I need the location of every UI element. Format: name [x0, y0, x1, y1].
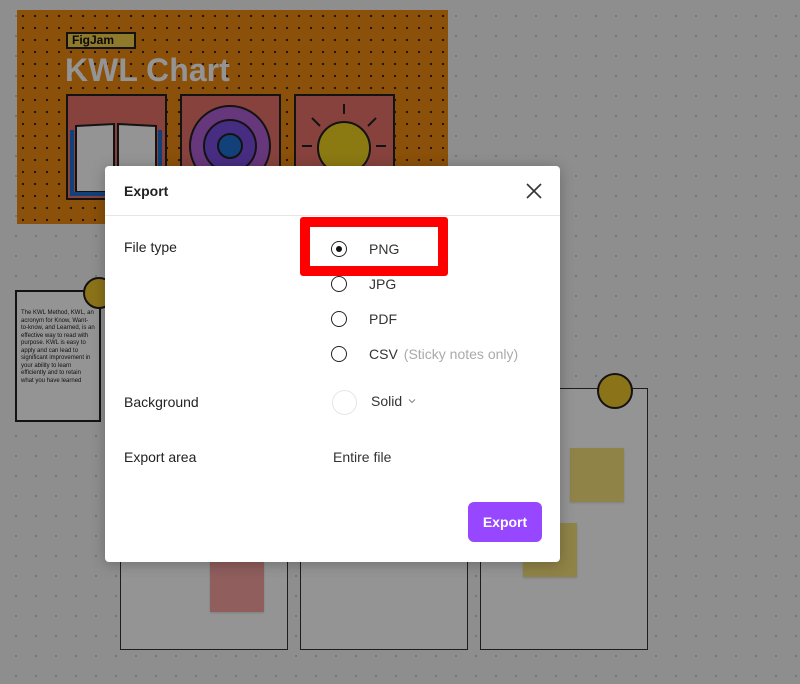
background-select[interactable]: Solid [371, 393, 416, 409]
export-button[interactable]: Export [468, 502, 542, 542]
export-dialog: Export File type PNG JPG PDF CSV (Sticky… [105, 166, 560, 562]
jpg-label: JPG [369, 276, 397, 292]
background-label: Background [124, 394, 199, 410]
close-button[interactable] [523, 180, 545, 202]
background-color-swatch[interactable] [332, 390, 357, 415]
csv-radio[interactable] [331, 346, 347, 362]
chevron-down-icon [408, 399, 416, 404]
csv-hint: (Sticky notes only) [403, 346, 519, 362]
png-label: PNG [369, 241, 400, 257]
background-select-value: Solid [371, 393, 403, 409]
close-icon [526, 183, 542, 199]
export-area-label: Export area [124, 449, 197, 465]
pdf-radio[interactable] [331, 311, 347, 327]
dialog-header: Export [105, 166, 560, 216]
file-type-pdf-option[interactable]: PDF [331, 308, 551, 330]
dialog-title: Export [124, 183, 169, 199]
file-type-csv-option[interactable]: CSV (Sticky notes only) [331, 343, 559, 365]
pdf-label: PDF [369, 311, 397, 327]
jpg-radio[interactable] [331, 276, 347, 292]
png-radio[interactable] [331, 241, 347, 257]
csv-label: CSV [369, 346, 398, 362]
file-type-jpg-option[interactable]: JPG [331, 273, 551, 295]
file-type-label: File type [124, 239, 177, 255]
export-area-value[interactable]: Entire file [333, 449, 391, 465]
file-type-png-option[interactable]: PNG [331, 238, 551, 260]
